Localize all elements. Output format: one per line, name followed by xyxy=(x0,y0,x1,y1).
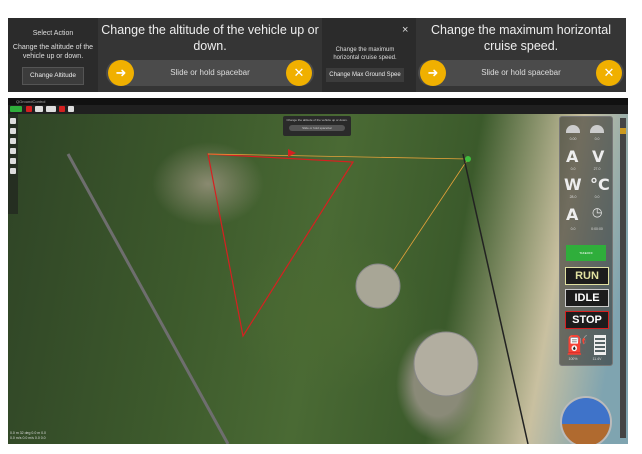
geofence-polygon xyxy=(207,153,355,338)
value-1: 0.00 xyxy=(569,137,577,141)
value-4: 27.0 xyxy=(593,167,601,171)
altitude-slider-label: Slide or hold spacebar xyxy=(170,68,250,77)
zoom-slider-handle[interactable] xyxy=(620,128,626,134)
value-2: 0.0 xyxy=(594,137,600,141)
altitude-icon: A xyxy=(566,147,579,166)
status-badge[interactable] xyxy=(10,106,22,112)
altitude-confirm-panel: Change the altitude of the vehicle up or… xyxy=(98,18,322,92)
cancel-icon[interactable]: ✕ xyxy=(596,60,622,86)
arrow-right-icon[interactable]: ➜ xyxy=(420,60,446,86)
altitude-slider[interactable]: Slide or hold spacebar ➜ ✕ xyxy=(106,60,314,86)
wind-icon: W xyxy=(564,175,582,194)
battery-icon[interactable] xyxy=(46,106,56,112)
voltage-label: 11.4V xyxy=(592,357,602,361)
fuel-icon: ⛽ xyxy=(566,335,589,356)
arrow-right-icon[interactable]: ➜ xyxy=(108,60,134,86)
mini-slider[interactable]: Slide or hold spacebar xyxy=(289,125,345,131)
play-icon[interactable] xyxy=(10,168,16,174)
altitude-description: Change the altitude of the vehicle up or… xyxy=(12,44,94,60)
mini-confirm-dialog: Change the altitude of the vehicle up or… xyxy=(283,116,351,136)
ground-control-window: QGroundControl Change the altitude of th… xyxy=(8,98,628,444)
road xyxy=(66,153,230,444)
status-line: 0.0 m/s 0.0 m/s 0.0 0.0 xyxy=(10,436,46,440)
status-readout: 0.0 m 32 deg 0.0 m 0.0 0.0 m/s 0.0 m/s 0… xyxy=(10,431,46,441)
gear-icon[interactable] xyxy=(68,106,74,112)
clock-icon: ◷ xyxy=(592,205,603,219)
helipad-circle xyxy=(413,331,479,397)
takeoff-icon[interactable] xyxy=(10,128,16,134)
close-icon[interactable]: × xyxy=(402,24,408,36)
change-max-ground-speed-button[interactable]: Change Max Ground Spee xyxy=(326,68,404,82)
right-instrument-panel: 0.00 0.0 A V 0.0 27.0 W °C 28.0 0.0 A ◷ … xyxy=(559,116,613,366)
battery-icon xyxy=(594,335,606,355)
select-action-title: Select Action xyxy=(32,30,74,37)
window-title: QGroundControl xyxy=(8,98,628,105)
value-8: 0:00:00 xyxy=(591,227,603,231)
stop-button[interactable]: STOP xyxy=(565,311,609,329)
speed-action-panel: Change the maximum horizontal cruise spe… xyxy=(324,18,406,92)
takeoff-button[interactable]: TAKEOFF xyxy=(566,245,606,261)
helipad-circle xyxy=(355,263,401,309)
run-button[interactable]: RUN xyxy=(565,267,609,285)
value-6: 0.0 xyxy=(594,195,600,199)
toolbar xyxy=(8,105,628,114)
rtl-icon[interactable] xyxy=(10,148,16,154)
speed-prompt: Change the maximum horizontal cruise spe… xyxy=(431,23,611,53)
speed-confirm-panel: Change the maximum horizontal cruise spe… xyxy=(416,18,626,92)
warning-icon[interactable] xyxy=(26,106,32,112)
speed-description: Change the maximum horizontal cruise spe… xyxy=(333,47,397,61)
value-7: 0.0 xyxy=(570,227,576,231)
altitude-icon: A xyxy=(566,205,579,224)
action-dialog: Select Action Change the altitude of the… xyxy=(8,18,626,92)
signal-icon[interactable] xyxy=(59,106,65,112)
change-altitude-button[interactable]: Change Altitude xyxy=(22,67,84,85)
speed-slider-label: Slide or hold spacebar xyxy=(481,68,561,77)
speed-slider[interactable]: Slide or hold spacebar ➜ ✕ xyxy=(418,60,624,86)
waypoint-marker xyxy=(465,156,471,162)
vertical-speed-icon: V xyxy=(592,147,605,166)
artificial-horizon xyxy=(560,396,612,444)
battery-label: 100% xyxy=(568,357,578,361)
left-tool-strip xyxy=(8,114,18,214)
pause-icon[interactable] xyxy=(10,158,16,164)
gps-icon[interactable] xyxy=(35,106,43,112)
select-action-panel: Select Action Change the altitude of the… xyxy=(8,18,98,92)
cancel-icon[interactable]: ✕ xyxy=(286,60,312,86)
speed-gauge-icon xyxy=(566,125,580,133)
idle-button[interactable]: IDLE xyxy=(565,289,609,307)
altitude-gauge-icon xyxy=(590,125,604,133)
zoom-slider[interactable] xyxy=(620,118,626,438)
plan-icon[interactable] xyxy=(10,118,16,124)
temperature-icon: °C xyxy=(590,175,610,194)
value-3: 0.0 xyxy=(570,167,576,171)
mini-prompt: Change the altitude of the vehicle up or… xyxy=(286,118,348,122)
value-5: 28.0 xyxy=(569,195,577,199)
altitude-prompt: Change the altitude of the vehicle up or… xyxy=(101,23,319,53)
satellite-map[interactable] xyxy=(8,114,628,444)
map-overlay xyxy=(66,149,529,444)
land-icon[interactable] xyxy=(10,138,16,144)
road xyxy=(462,153,529,444)
